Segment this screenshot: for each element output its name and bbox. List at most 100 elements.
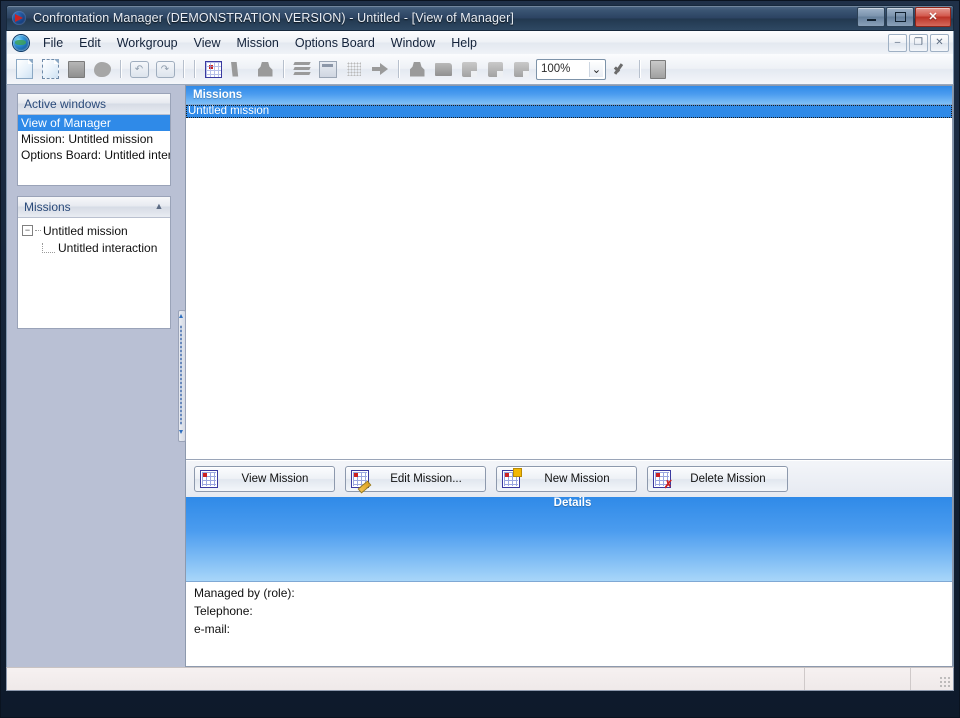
table-icon[interactable] — [315, 57, 341, 81]
list-item[interactable]: Options Board: Untitled intera — [18, 147, 170, 163]
view-mission-button[interactable]: View Mission — [194, 466, 335, 492]
edit-mission-button[interactable]: Edit Mission... — [345, 466, 486, 494]
menu-help[interactable]: Help — [443, 33, 485, 53]
missions-panel-header: Missions ▲ — [18, 197, 170, 218]
stakeholders-icon[interactable] — [404, 57, 430, 81]
note-1-icon[interactable] — [456, 57, 482, 81]
splitter-grip — [180, 325, 182, 425]
view-mission-label: View Mission — [241, 473, 309, 485]
toolbar-separator — [183, 60, 184, 78]
status-message — [7, 668, 804, 690]
analysis-icon[interactable] — [252, 57, 278, 81]
tree-connector — [35, 229, 41, 232]
missions-list[interactable]: Untitled mission — [186, 105, 952, 460]
minimize-button[interactable] — [857, 7, 885, 27]
list-item[interactable]: Mission: Untitled mission — [18, 131, 170, 147]
menu-file[interactable]: File — [35, 33, 71, 53]
dotted-grid-icon[interactable] — [341, 57, 367, 81]
status-cell-1 — [804, 668, 910, 690]
grid-edit-icon — [351, 470, 372, 494]
sidebar: Active windows View of Manager Mission: … — [7, 85, 177, 667]
menu-bar: File Edit Workgroup View Mission Options… — [6, 31, 954, 54]
edit-mission-label: Edit Mission... — [390, 473, 462, 485]
menu-mission[interactable]: Mission — [229, 33, 287, 53]
grid-view-icon — [200, 470, 218, 488]
menu-workgroup[interactable]: Workgroup — [109, 33, 186, 53]
application-window: Confrontation Manager (DEMONSTRATION VER… — [0, 0, 960, 718]
delete-mission-button[interactable]: ✗ Delete Mission — [647, 466, 788, 492]
title-bar: Confrontation Manager (DEMONSTRATION VER… — [6, 5, 954, 31]
tree-node-label: Untitled interaction — [58, 240, 158, 255]
menu-options-board[interactable]: Options Board — [287, 33, 383, 53]
sidebar-splitter[interactable] — [177, 85, 186, 667]
chevron-up-double-icon[interactable]: ▲ — [152, 200, 166, 214]
toolbar-separator — [120, 60, 121, 78]
splitter-collapse-down-icon[interactable] — [179, 430, 183, 434]
toolbar-separator — [283, 60, 284, 78]
new-from-template-icon[interactable] — [37, 57, 63, 81]
menu-edit[interactable]: Edit — [71, 33, 109, 53]
tree-node-child[interactable]: Untitled interaction — [22, 239, 168, 256]
details-section-header: Details — [186, 497, 952, 582]
maximize-button[interactable] — [886, 7, 914, 27]
grid-delete-icon: ✗ — [653, 470, 673, 491]
close-button[interactable]: ✕ — [915, 7, 951, 27]
delete-mission-label: Delete Mission — [690, 473, 766, 485]
grid-new-icon — [502, 468, 522, 488]
content-area: Active windows View of Manager Mission: … — [6, 85, 954, 667]
window-controls: ✕ — [857, 7, 951, 27]
new-mission-button[interactable]: New Mission — [496, 466, 637, 492]
telephone-label: Telephone: — [194, 604, 253, 618]
checkmark-icon[interactable] — [608, 57, 634, 81]
zoom-combobox[interactable]: 100% ⌄ — [536, 58, 606, 80]
active-windows-header: Active windows — [18, 94, 170, 115]
menu-window[interactable]: Window — [383, 33, 443, 53]
missions-section-header: Missions — [186, 86, 952, 105]
mdi-close-button[interactable]: ✕ — [930, 34, 949, 52]
list-item[interactable]: View of Manager — [18, 115, 170, 131]
note-3-icon[interactable] — [508, 57, 534, 81]
layers-icon[interactable] — [289, 57, 315, 81]
undo-icon[interactable]: ↶ — [126, 57, 152, 81]
menu-view[interactable]: View — [186, 33, 229, 53]
options-board-icon[interactable] — [200, 57, 226, 81]
resize-grip-icon[interactable] — [939, 676, 951, 688]
toolbar-separator — [194, 60, 195, 78]
zoom-value: 100% — [541, 63, 571, 75]
arrow-right-icon[interactable] — [367, 57, 393, 81]
missions-panel-title: Missions — [24, 200, 71, 214]
tree-node-label: Untitled mission — [43, 223, 128, 238]
toolbar-separator — [398, 60, 399, 78]
app-globe-icon — [13, 34, 29, 51]
active-windows-list: View of Manager Mission: Untitled missio… — [18, 115, 170, 185]
missions-tree-panel: Missions ▲ − Untitled mission Untitled i… — [17, 196, 171, 329]
mission-actions-toolbar: View Mission Edit Mission... New Mission… — [186, 460, 952, 497]
note-2-icon[interactable] — [482, 57, 508, 81]
redo-icon[interactable]: ↷ — [152, 57, 178, 81]
toolbar-separator — [639, 60, 640, 78]
tree-node-root[interactable]: − Untitled mission — [22, 222, 168, 239]
missions-tree: − Untitled mission Untitled interaction — [18, 218, 170, 328]
splitter-collapse-up-icon[interactable] — [179, 314, 183, 318]
status-bar — [6, 667, 954, 691]
chevron-down-icon[interactable]: ⌄ — [589, 61, 603, 77]
new-mission-label: New Mission — [544, 473, 610, 485]
compare-icon[interactable] — [226, 57, 252, 81]
tree-expander[interactable]: − — [22, 225, 33, 236]
new-document-icon[interactable] — [11, 57, 37, 81]
save-icon[interactable] — [63, 57, 89, 81]
details-pane: Managed by (role): Telephone: e-mail: — [186, 582, 952, 666]
toolbar: ↶ ↷ 100% ⌄ — [6, 54, 954, 85]
globe-arrow-icon — [12, 10, 28, 26]
mdi-minimize-button[interactable]: – — [888, 34, 907, 52]
view-of-manager-pane: Missions Untitled mission View Mission E… — [185, 85, 953, 667]
paste-icon[interactable] — [89, 57, 115, 81]
folder-icon[interactable] — [430, 57, 456, 81]
email-label: e-mail: — [194, 622, 231, 636]
status-cell-2 — [910, 668, 953, 690]
report-icon[interactable] — [645, 57, 671, 81]
mdi-restore-button[interactable]: ❐ — [909, 34, 928, 52]
table-row[interactable]: Untitled mission — [186, 105, 952, 118]
window-title: Confrontation Manager (DEMONSTRATION VER… — [33, 11, 514, 25]
mdi-child-controls: – ❐ ✕ — [888, 34, 949, 52]
